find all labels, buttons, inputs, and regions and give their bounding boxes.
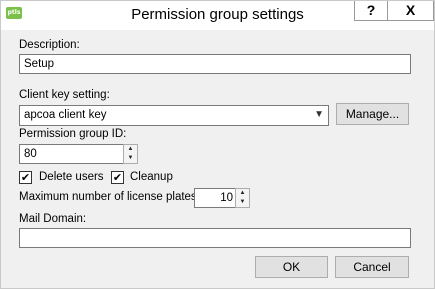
ok-button[interactable]: OK bbox=[255, 256, 328, 278]
client-key-select[interactable]: apcoa client key ▼ bbox=[19, 105, 329, 126]
permission-group-input[interactable]: 80 bbox=[19, 144, 124, 164]
max-plates-spinner[interactable]: ▲ ▼ bbox=[235, 188, 250, 208]
checkmark-icon: ✔ bbox=[20, 171, 31, 184]
max-plates-input[interactable]: 10 bbox=[194, 188, 236, 208]
max-plates-label: Maximum number of license plates: bbox=[19, 191, 200, 203]
delete-users-checkbox[interactable]: ✔ bbox=[19, 171, 32, 184]
help-button[interactable]: ? bbox=[354, 1, 388, 21]
delete-users-label: Delete users bbox=[39, 171, 104, 183]
mail-domain-input[interactable] bbox=[19, 228, 411, 248]
spin-up-icon[interactable]: ▲ bbox=[236, 189, 249, 198]
client-key-label: Client key setting: bbox=[19, 89, 110, 101]
description-label: Description: bbox=[19, 39, 80, 51]
spin-up-icon[interactable]: ▲ bbox=[124, 145, 137, 154]
mail-domain-label: Mail Domain: bbox=[19, 213, 87, 225]
chevron-down-icon: ▼ bbox=[314, 109, 324, 120]
spin-down-icon[interactable]: ▼ bbox=[124, 154, 137, 163]
manage-button[interactable]: Manage... bbox=[336, 103, 409, 125]
cleanup-checkbox[interactable]: ✔ bbox=[111, 171, 124, 184]
spin-down-icon[interactable]: ▼ bbox=[236, 198, 249, 207]
close-button[interactable]: X bbox=[387, 1, 434, 21]
cleanup-label: Cleanup bbox=[130, 171, 173, 183]
description-input[interactable]: Setup bbox=[19, 54, 411, 74]
dialog-window: ptls Permission group settings ? X Descr… bbox=[0, 0, 435, 289]
permission-group-label: Permission group ID: bbox=[19, 128, 127, 140]
client-key-value: apcoa client key bbox=[24, 109, 107, 121]
cancel-button[interactable]: Cancel bbox=[335, 256, 409, 278]
title-bar: ptls Permission group settings ? X bbox=[1, 1, 434, 30]
checkmark-icon: ✔ bbox=[112, 171, 123, 184]
permission-group-spinner[interactable]: ▲ ▼ bbox=[123, 144, 138, 164]
